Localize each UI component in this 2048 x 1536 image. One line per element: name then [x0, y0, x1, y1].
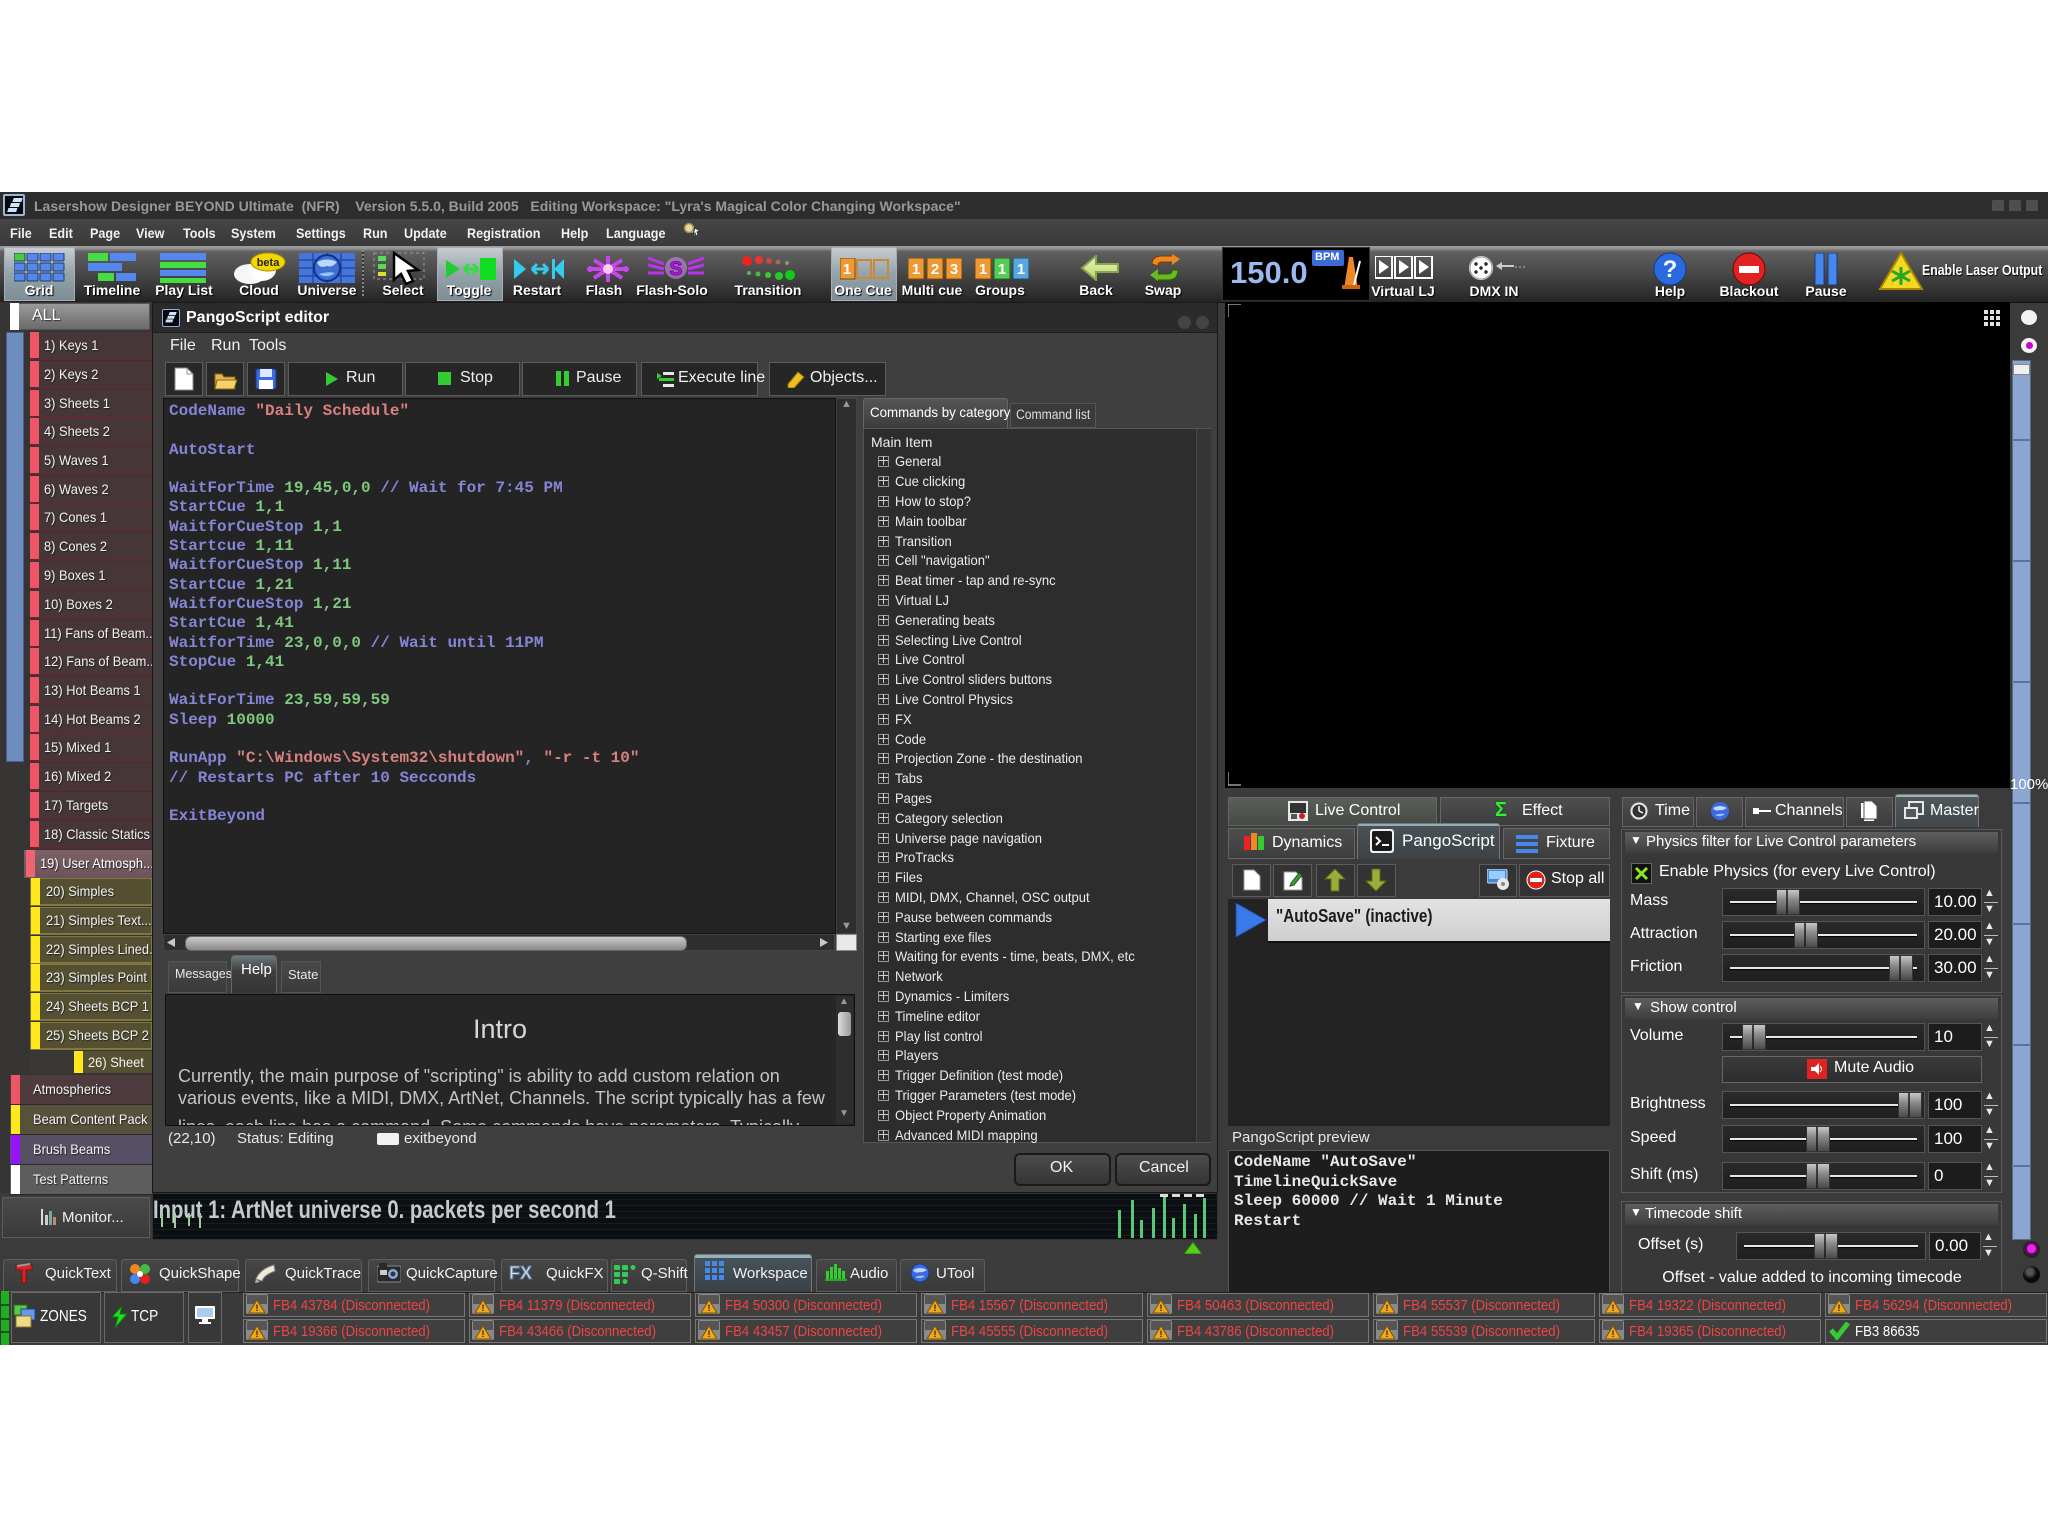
svg-text:?: ? — [1663, 256, 1678, 283]
svg-text:1: 1 — [1017, 261, 1025, 278]
svg-text:3: 3 — [950, 261, 958, 278]
svg-text:1: 1 — [998, 261, 1006, 278]
svg-text:!: ! — [1612, 1303, 1615, 1313]
svg-text:!: ! — [934, 1303, 937, 1313]
svg-text:!: ! — [482, 1303, 485, 1313]
svg-text:!: ! — [1386, 1329, 1389, 1339]
svg-text:1: 1 — [912, 261, 920, 278]
svg-text:!: ! — [934, 1329, 937, 1339]
svg-text:S: S — [670, 259, 683, 280]
svg-text:beta: beta — [257, 257, 281, 269]
svg-text:!: ! — [1160, 1329, 1163, 1339]
svg-text:!: ! — [482, 1329, 485, 1339]
svg-text:!: ! — [708, 1303, 711, 1313]
svg-text:!: ! — [1612, 1329, 1615, 1339]
svg-text:1: 1 — [843, 261, 851, 278]
svg-text:FX: FX — [509, 1263, 532, 1283]
svg-text:1: 1 — [979, 261, 987, 278]
svg-text:!: ! — [708, 1329, 711, 1339]
svg-text:!: ! — [1838, 1303, 1841, 1313]
svg-text:!: ! — [256, 1329, 259, 1339]
svg-text:!: ! — [1386, 1303, 1389, 1313]
svg-text:2: 2 — [931, 261, 939, 278]
svg-text:!: ! — [256, 1303, 259, 1313]
svg-text:!: ! — [1160, 1303, 1163, 1313]
